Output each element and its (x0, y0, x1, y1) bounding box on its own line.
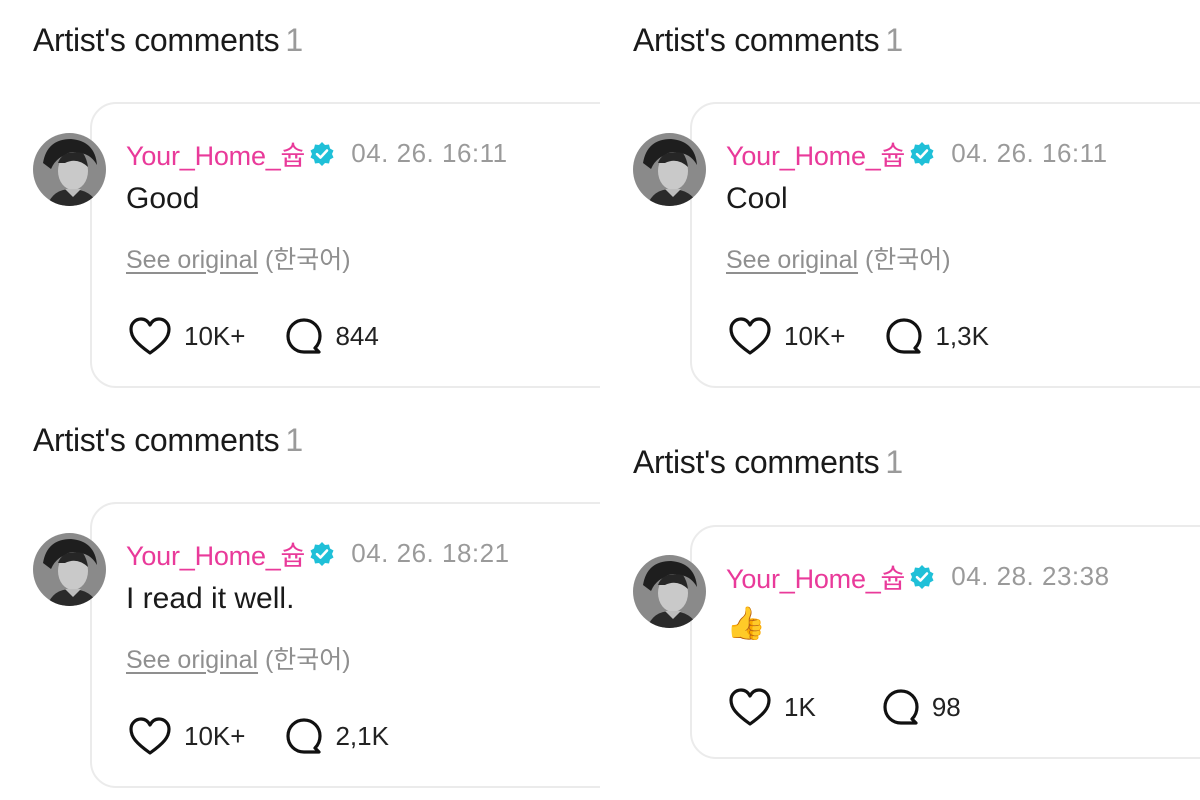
original-language: (한국어) (264, 246, 351, 274)
comment-panel-1: Artist's comments 1 Your_Home_슙 04. 26. 1… (0, 0, 600, 400)
avatar[interactable] (33, 133, 106, 206)
verified-badge-icon (909, 564, 935, 590)
original-language: (한국어) (864, 246, 951, 274)
author-name[interactable]: Your_Home_슙 (126, 134, 305, 173)
comment-count: 1 (285, 422, 303, 458)
reply-button[interactable]: 2,1K (285, 717, 389, 755)
like-count: 10K+ (184, 320, 246, 351)
heart-icon (128, 716, 172, 756)
comment-bubble-icon (285, 717, 323, 755)
heart-icon (128, 316, 172, 356)
heading-label: Artist's comments (33, 22, 280, 58)
heart-icon (728, 316, 772, 356)
avatar[interactable] (633, 555, 706, 628)
comment-date: 04. 28. 23:38 (951, 561, 1110, 591)
section-heading: Artist's comments 1 (633, 22, 903, 59)
comment-bubble-icon (885, 317, 923, 355)
comment-count: 1 (885, 22, 903, 58)
comment-panel-4: Artist's comments 1 Your_Home_슙 04. 28. 2… (600, 400, 1200, 800)
comment-count-value: 1,3K (935, 320, 989, 351)
avatar[interactable] (33, 533, 106, 606)
heading-label: Artist's comments (33, 422, 280, 458)
comment-count: 1 (285, 22, 303, 58)
like-button[interactable]: 10K+ (128, 716, 245, 756)
reply-button[interactable]: 844 (285, 317, 379, 355)
comment-bubble-icon (285, 317, 323, 355)
comment-bubble-icon (882, 688, 920, 726)
see-original-link[interactable]: See original (126, 246, 258, 274)
comment-count-value: 2,1K (335, 720, 389, 751)
reply-button[interactable]: 1,3K (885, 317, 989, 355)
comment-panel-3: Artist's comments 1 Your_Home_슙 04. 26. 1… (0, 400, 600, 800)
like-button[interactable]: 10K+ (128, 316, 245, 356)
reply-button[interactable]: 98 (882, 688, 961, 726)
comment-text: Good (126, 182, 200, 215)
author-name[interactable]: Your_Home_슙 (726, 134, 905, 173)
comment-text: Cool (726, 182, 788, 215)
verified-badge-icon (909, 141, 935, 167)
author-name[interactable]: Your_Home_슙 (726, 557, 905, 596)
comment-count-value: 98 (931, 691, 961, 722)
comment-panel-2: Artist's comments 1 Your_Home_슙 04. 26. 1… (600, 0, 1200, 400)
author-name[interactable]: Your_Home_슙 (126, 534, 305, 573)
avatar[interactable] (633, 133, 706, 206)
see-original-link[interactable]: See original (726, 246, 858, 274)
comment-date: 04. 26. 18:21 (351, 538, 510, 568)
heading-label: Artist's comments (633, 22, 880, 58)
section-heading: Artist's comments 1 (33, 422, 303, 459)
comment-count-value: 844 (335, 320, 379, 351)
comment-date: 04. 26. 16:11 (951, 138, 1108, 168)
heart-icon (728, 687, 772, 727)
verified-badge-icon (309, 141, 335, 167)
original-language: (한국어) (264, 646, 351, 674)
comment-text: I read it well. (126, 582, 295, 615)
like-count: 10K+ (784, 320, 846, 351)
like-button[interactable]: 1K (728, 687, 816, 727)
verified-badge-icon (309, 541, 335, 567)
thumbs-up-emoji: 👍 (726, 605, 766, 641)
like-count: 10K+ (184, 720, 246, 751)
section-heading: Artist's comments 1 (633, 444, 903, 481)
like-count: 1K (784, 691, 816, 722)
see-original-link[interactable]: See original (126, 646, 258, 674)
comment-date: 04. 26. 16:11 (351, 138, 508, 168)
like-button[interactable]: 10K+ (728, 316, 845, 356)
section-heading: Artist's comments 1 (33, 22, 303, 59)
comment-count: 1 (885, 444, 903, 480)
heading-label: Artist's comments (633, 444, 880, 480)
